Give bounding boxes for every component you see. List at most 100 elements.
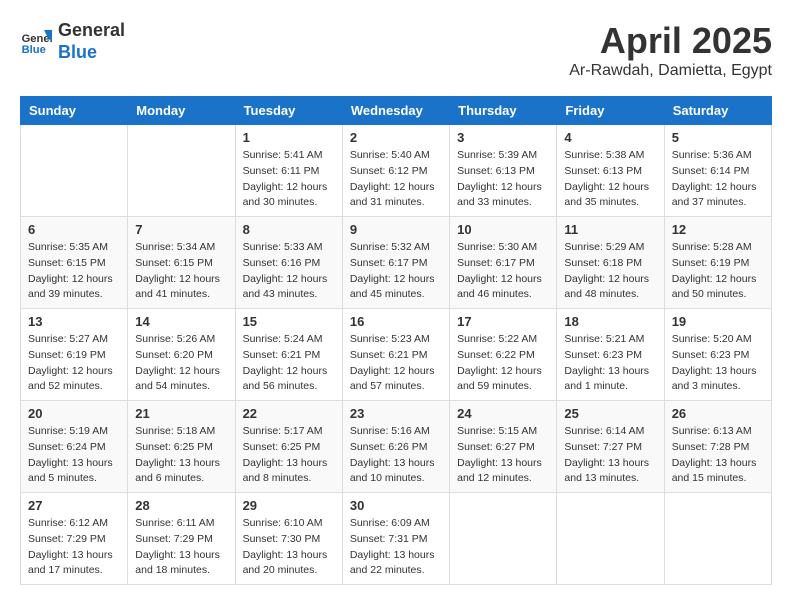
sunset-text: Sunset: 6:12 PM <box>350 164 442 180</box>
calendar-cell: 29 Sunrise: 6:10 AM Sunset: 7:30 PM Dayl… <box>235 493 342 585</box>
cell-content: Sunrise: 5:15 AM Sunset: 6:27 PM Dayligh… <box>457 424 549 487</box>
daylight-text: Daylight: 13 hours and 18 minutes. <box>135 548 227 580</box>
cell-content: Sunrise: 6:11 AM Sunset: 7:29 PM Dayligh… <box>135 516 227 579</box>
sunset-text: Sunset: 6:21 PM <box>243 348 335 364</box>
location-title: Ar-Rawdah, Damietta, Egypt <box>569 62 772 80</box>
cell-content: Sunrise: 5:17 AM Sunset: 6:25 PM Dayligh… <box>243 424 335 487</box>
calendar-header-row: SundayMondayTuesdayWednesdayThursdayFrid… <box>21 97 772 125</box>
calendar-week-1: 1 Sunrise: 5:41 AM Sunset: 6:11 PM Dayli… <box>21 125 772 217</box>
calendar-cell: 22 Sunrise: 5:17 AM Sunset: 6:25 PM Dayl… <box>235 401 342 493</box>
cell-content: Sunrise: 5:24 AM Sunset: 6:21 PM Dayligh… <box>243 332 335 395</box>
daylight-text: Daylight: 13 hours and 1 minute. <box>564 364 656 396</box>
sunrise-text: Sunrise: 6:10 AM <box>243 516 335 532</box>
day-number: 12 <box>672 222 764 237</box>
daylight-text: Daylight: 13 hours and 8 minutes. <box>243 456 335 488</box>
daylight-text: Daylight: 12 hours and 57 minutes. <box>350 364 442 396</box>
sunset-text: Sunset: 6:22 PM <box>457 348 549 364</box>
day-number: 18 <box>564 314 656 329</box>
cell-content: Sunrise: 5:38 AM Sunset: 6:13 PM Dayligh… <box>564 148 656 211</box>
calendar-cell <box>450 493 557 585</box>
calendar-table: SundayMondayTuesdayWednesdayThursdayFrid… <box>20 96 772 585</box>
sunset-text: Sunset: 6:17 PM <box>457 256 549 272</box>
cell-content: Sunrise: 5:19 AM Sunset: 6:24 PM Dayligh… <box>28 424 120 487</box>
daylight-text: Daylight: 12 hours and 59 minutes. <box>457 364 549 396</box>
daylight-text: Daylight: 12 hours and 52 minutes. <box>28 364 120 396</box>
calendar-cell: 16 Sunrise: 5:23 AM Sunset: 6:21 PM Dayl… <box>342 309 449 401</box>
calendar-cell: 11 Sunrise: 5:29 AM Sunset: 6:18 PM Dayl… <box>557 217 664 309</box>
logo-line2: Blue <box>58 42 125 64</box>
cell-content: Sunrise: 5:23 AM Sunset: 6:21 PM Dayligh… <box>350 332 442 395</box>
daylight-text: Daylight: 12 hours and 35 minutes. <box>564 180 656 212</box>
daylight-text: Daylight: 13 hours and 10 minutes. <box>350 456 442 488</box>
calendar-cell <box>21 125 128 217</box>
day-number: 15 <box>243 314 335 329</box>
daylight-text: Daylight: 13 hours and 17 minutes. <box>28 548 120 580</box>
calendar-cell: 2 Sunrise: 5:40 AM Sunset: 6:12 PM Dayli… <box>342 125 449 217</box>
daylight-text: Daylight: 12 hours and 50 minutes. <box>672 272 764 304</box>
header-cell-monday: Monday <box>128 97 235 125</box>
cell-content: Sunrise: 5:16 AM Sunset: 6:26 PM Dayligh… <box>350 424 442 487</box>
sunset-text: Sunset: 6:27 PM <box>457 440 549 456</box>
sunset-text: Sunset: 6:26 PM <box>350 440 442 456</box>
sunrise-text: Sunrise: 5:21 AM <box>564 332 656 348</box>
calendar-cell: 3 Sunrise: 5:39 AM Sunset: 6:13 PM Dayli… <box>450 125 557 217</box>
cell-content: Sunrise: 5:26 AM Sunset: 6:20 PM Dayligh… <box>135 332 227 395</box>
calendar-cell: 15 Sunrise: 5:24 AM Sunset: 6:21 PM Dayl… <box>235 309 342 401</box>
cell-content: Sunrise: 6:14 AM Sunset: 7:27 PM Dayligh… <box>564 424 656 487</box>
cell-content: Sunrise: 5:34 AM Sunset: 6:15 PM Dayligh… <box>135 240 227 303</box>
day-number: 6 <box>28 222 120 237</box>
day-number: 22 <box>243 406 335 421</box>
daylight-text: Daylight: 13 hours and 22 minutes. <box>350 548 442 580</box>
calendar-week-2: 6 Sunrise: 5:35 AM Sunset: 6:15 PM Dayli… <box>21 217 772 309</box>
daylight-text: Daylight: 13 hours and 3 minutes. <box>672 364 764 396</box>
cell-content: Sunrise: 5:35 AM Sunset: 6:15 PM Dayligh… <box>28 240 120 303</box>
calendar-cell: 27 Sunrise: 6:12 AM Sunset: 7:29 PM Dayl… <box>21 493 128 585</box>
calendar-cell: 24 Sunrise: 5:15 AM Sunset: 6:27 PM Dayl… <box>450 401 557 493</box>
calendar-cell: 30 Sunrise: 6:09 AM Sunset: 7:31 PM Dayl… <box>342 493 449 585</box>
sunset-text: Sunset: 6:25 PM <box>243 440 335 456</box>
day-number: 16 <box>350 314 442 329</box>
daylight-text: Daylight: 12 hours and 48 minutes. <box>564 272 656 304</box>
page-header: General Blue General Blue April 2025 Ar-… <box>20 20 772 80</box>
sunset-text: Sunset: 7:28 PM <box>672 440 764 456</box>
sunrise-text: Sunrise: 6:14 AM <box>564 424 656 440</box>
sunrise-text: Sunrise: 5:35 AM <box>28 240 120 256</box>
sunrise-text: Sunrise: 6:12 AM <box>28 516 120 532</box>
header-cell-thursday: Thursday <box>450 97 557 125</box>
day-number: 30 <box>350 498 442 513</box>
sunrise-text: Sunrise: 5:36 AM <box>672 148 764 164</box>
daylight-text: Daylight: 12 hours and 33 minutes. <box>457 180 549 212</box>
sunrise-text: Sunrise: 5:39 AM <box>457 148 549 164</box>
sunrise-text: Sunrise: 6:09 AM <box>350 516 442 532</box>
day-number: 29 <box>243 498 335 513</box>
day-number: 20 <box>28 406 120 421</box>
daylight-text: Daylight: 12 hours and 39 minutes. <box>28 272 120 304</box>
day-number: 9 <box>350 222 442 237</box>
daylight-text: Daylight: 13 hours and 12 minutes. <box>457 456 549 488</box>
sunrise-text: Sunrise: 5:33 AM <box>243 240 335 256</box>
calendar-cell: 12 Sunrise: 5:28 AM Sunset: 6:19 PM Dayl… <box>664 217 771 309</box>
sunset-text: Sunset: 7:30 PM <box>243 532 335 548</box>
daylight-text: Daylight: 12 hours and 31 minutes. <box>350 180 442 212</box>
calendar-week-4: 20 Sunrise: 5:19 AM Sunset: 6:24 PM Dayl… <box>21 401 772 493</box>
sunset-text: Sunset: 6:18 PM <box>564 256 656 272</box>
day-number: 4 <box>564 130 656 145</box>
calendar-cell: 9 Sunrise: 5:32 AM Sunset: 6:17 PM Dayli… <box>342 217 449 309</box>
daylight-text: Daylight: 12 hours and 56 minutes. <box>243 364 335 396</box>
day-number: 10 <box>457 222 549 237</box>
sunrise-text: Sunrise: 5:16 AM <box>350 424 442 440</box>
calendar-cell: 13 Sunrise: 5:27 AM Sunset: 6:19 PM Dayl… <box>21 309 128 401</box>
header-cell-saturday: Saturday <box>664 97 771 125</box>
day-number: 19 <box>672 314 764 329</box>
sunrise-text: Sunrise: 5:17 AM <box>243 424 335 440</box>
header-cell-wednesday: Wednesday <box>342 97 449 125</box>
cell-content: Sunrise: 5:40 AM Sunset: 6:12 PM Dayligh… <box>350 148 442 211</box>
day-number: 13 <box>28 314 120 329</box>
sunrise-text: Sunrise: 5:34 AM <box>135 240 227 256</box>
calendar-cell: 6 Sunrise: 5:35 AM Sunset: 6:15 PM Dayli… <box>21 217 128 309</box>
sunrise-text: Sunrise: 5:23 AM <box>350 332 442 348</box>
calendar-week-3: 13 Sunrise: 5:27 AM Sunset: 6:19 PM Dayl… <box>21 309 772 401</box>
sunset-text: Sunset: 7:29 PM <box>135 532 227 548</box>
cell-content: Sunrise: 5:27 AM Sunset: 6:19 PM Dayligh… <box>28 332 120 395</box>
calendar-cell: 21 Sunrise: 5:18 AM Sunset: 6:25 PM Dayl… <box>128 401 235 493</box>
